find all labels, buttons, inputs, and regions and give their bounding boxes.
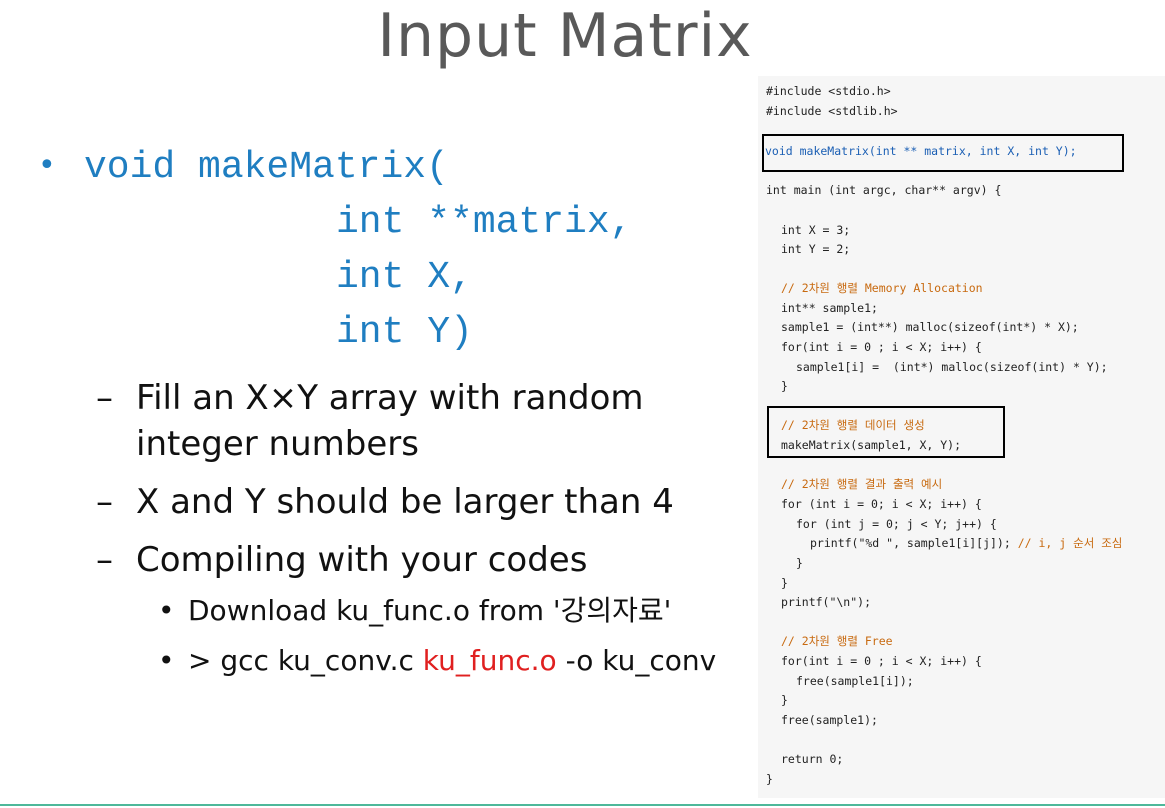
- code-sample-decl: int** sample1;: [781, 301, 878, 315]
- code-close-1: }: [781, 379, 788, 393]
- code-include-1: #include <stdio.h>: [766, 84, 891, 98]
- code-printf-1-text: printf("%d ", sample1[i][j]);: [810, 536, 1011, 550]
- code-include-2: #include <stdlib.h>: [766, 104, 898, 118]
- sub-bullet-fill-line-1: Fill an X×Y array with random: [136, 378, 644, 418]
- code-comment-alloc: // 2차원 행렬 Memory Allocation: [781, 281, 983, 295]
- highlight-box-decl: [762, 134, 1124, 172]
- sub-bullet-fill: – Fill an X×Y array with random integer nu…: [96, 375, 644, 467]
- main-bullet: • void makeMatrix( int **matrix, int X, …: [38, 140, 632, 360]
- subsub-download-text: Download ku_func.o from '강의자료': [188, 594, 672, 627]
- gcc-highlight: ku_func.o: [422, 644, 557, 677]
- dash-marker: –: [96, 540, 113, 580]
- code-for-4: for(int i = 0 ; i < X; i++) {: [781, 654, 982, 668]
- code-main-sig: int main (int argc, char** argv) {: [766, 183, 1002, 197]
- code-free-2: free(sample1);: [781, 713, 878, 727]
- code-malloc-2: sample1[i] = (int*) malloc(sizeof(int) *…: [796, 360, 1108, 374]
- subsub-bullet-gcc: • > gcc ku_conv.c ku_func.o -o ku_conv: [158, 643, 716, 679]
- sub-bullet-fill-line-2: integer numbers: [136, 424, 419, 464]
- code-for-3: for (int j = 0; j < Y; j++) {: [796, 517, 997, 531]
- sub-bullet-compile: – Compiling with your codes: [96, 537, 587, 583]
- code-comment-free: // 2차원 행렬 Free: [781, 634, 893, 648]
- slide-title: Input Matrix: [377, 1, 753, 71]
- code-screenshot: #include <stdio.h> #include <stdlib.h> v…: [758, 76, 1165, 798]
- gcc-suffix: -o ku_conv: [556, 644, 717, 677]
- highlight-box-call: [767, 406, 1005, 458]
- subsub-bullet-download: • Download ku_func.o from '강의자료': [158, 593, 671, 629]
- sub-bullet-compile-text: Compiling with your codes: [136, 540, 588, 580]
- dash-marker: –: [96, 482, 113, 522]
- sub-bullet-size-text: X and Y should be larger than 4: [136, 482, 674, 522]
- code-y-decl: int Y = 2;: [781, 242, 851, 256]
- footer-divider: [0, 804, 1165, 806]
- code-for-1: for(int i = 0 ; i < X; i++) {: [781, 340, 982, 354]
- bullet-dot: •: [158, 644, 175, 677]
- code-close-main: }: [766, 772, 773, 786]
- dash-marker: –: [96, 378, 113, 418]
- gcc-prefix: > gcc ku_conv.c: [188, 644, 423, 677]
- main-bullet-line-1: void makeMatrix(: [84, 146, 449, 189]
- code-printf-1: printf("%d ", sample1[i][j]); // i, j 순서…: [810, 534, 1122, 552]
- main-bullet-line-4: int Y): [336, 311, 473, 354]
- code-comment-print: // 2차원 행렬 결과 출력 예시: [781, 477, 943, 491]
- code-x-decl: int X = 3;: [781, 223, 851, 237]
- code-comment-order: // i, j 순서 조심: [1017, 536, 1123, 550]
- code-malloc-1: sample1 = (int**) malloc(sizeof(int*) * …: [781, 320, 1079, 334]
- code-close-4: }: [781, 693, 788, 707]
- sub-bullet-size: – X and Y should be larger than 4: [96, 479, 674, 525]
- bullet-dot: •: [38, 148, 56, 183]
- code-return: return 0;: [781, 752, 844, 766]
- code-close-3: }: [781, 576, 788, 590]
- main-bullet-line-3: int X,: [336, 256, 473, 299]
- main-bullet-line-2: int **matrix,: [336, 201, 633, 244]
- code-for-2: for (int i = 0; i < X; i++) {: [781, 497, 982, 511]
- code-free-1: free(sample1[i]);: [796, 674, 914, 688]
- bullet-dot: •: [158, 594, 175, 627]
- code-printf-2: printf("\n");: [781, 595, 872, 609]
- code-close-2: }: [796, 556, 803, 570]
